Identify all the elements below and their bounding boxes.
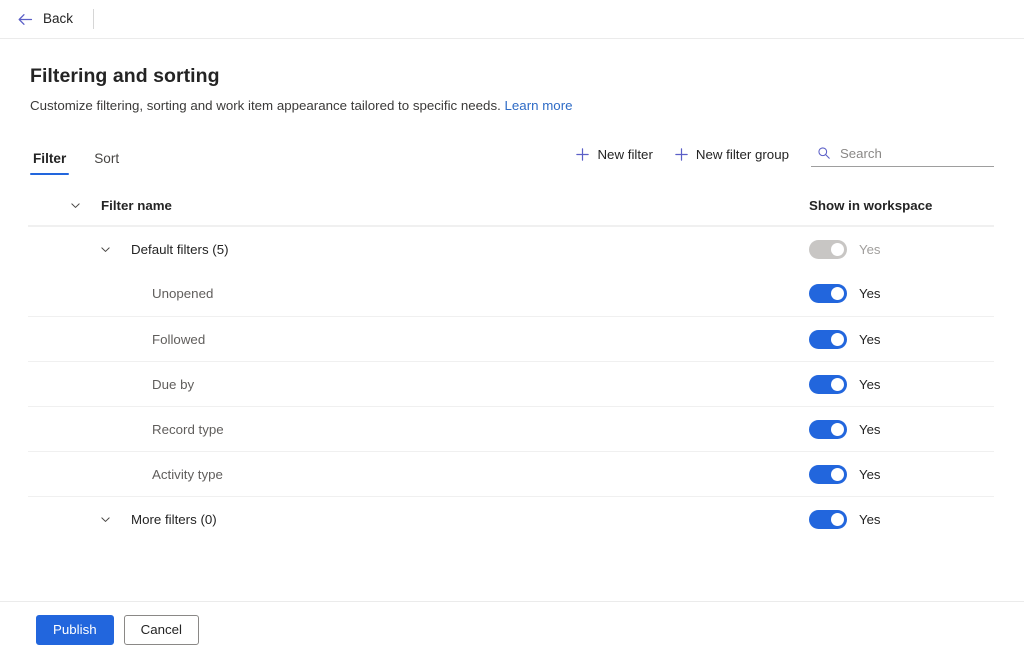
page-subtitle-text: Customize filtering, sorting and work it…	[30, 98, 501, 113]
plus-icon	[575, 147, 590, 162]
tab-filter[interactable]: Filter	[30, 150, 70, 176]
row-label: Due by	[152, 376, 195, 392]
toggle-thumb	[831, 512, 844, 526]
cancel-button[interactable]: Cancel	[123, 615, 200, 645]
row-toggle-cell: Yes	[809, 284, 994, 304]
new-filter-group-button[interactable]: New filter group	[665, 142, 798, 167]
tab-sort[interactable]: Sort	[91, 150, 122, 176]
table-row[interactable]: Activity type Yes	[28, 451, 994, 496]
row-name-cell: Unopened	[28, 286, 809, 302]
row-name-cell: Activity type	[28, 466, 809, 482]
new-filter-button[interactable]: New filter	[566, 142, 661, 167]
learn-more-link[interactable]: Learn more	[505, 98, 573, 113]
tab-filter-label: Filter	[33, 150, 67, 166]
show-in-workspace-toggle[interactable]	[809, 284, 847, 304]
table-row[interactable]: More filters (0) Yes	[28, 496, 994, 541]
tab-list: Filter Sort	[30, 135, 122, 175]
row-toggle-cell: Yes	[809, 374, 994, 394]
toolbar-divider	[93, 9, 95, 29]
toggle-label: Yes	[859, 466, 881, 482]
row-name-cell: Followed	[28, 331, 809, 347]
table-body: Default filters (5) Yes Unopened Yes Followe…	[28, 226, 994, 541]
footer-action-bar: Publish Cancel	[0, 601, 1024, 658]
row-name-cell: Due by	[28, 376, 809, 392]
search-icon	[817, 146, 831, 160]
row-toggle-cell: Yes	[809, 419, 994, 439]
row-label: Default filters (5)	[131, 241, 229, 257]
page-subtitle: Customize filtering, sorting and work it…	[30, 97, 994, 114]
table-row[interactable]: Due by Yes	[28, 361, 994, 406]
search-box[interactable]	[811, 143, 994, 167]
row-label: More filters (0)	[131, 511, 217, 527]
table-row[interactable]: Record type Yes	[28, 406, 994, 451]
show-in-workspace-toggle[interactable]	[809, 464, 847, 484]
chevron-down-icon[interactable]	[90, 243, 120, 256]
table-row[interactable]: Followed Yes	[28, 316, 994, 361]
tab-sort-label: Sort	[94, 150, 120, 166]
row-name-cell: Record type	[28, 421, 809, 437]
table-row[interactable]: Default filters (5) Yes	[28, 226, 994, 271]
toggle-thumb	[831, 242, 844, 256]
header-cell-workspace: Show in workspace	[809, 198, 994, 213]
toggle-thumb	[831, 332, 844, 346]
row-label: Followed	[152, 331, 206, 347]
header-cell-name: Filter name	[28, 197, 809, 213]
back-label: Back	[43, 11, 74, 27]
table-header-row: Filter name Show in workspace	[28, 185, 994, 227]
show-in-workspace-toggle[interactable]	[809, 509, 847, 529]
toggle-thumb	[831, 377, 844, 391]
row-name-cell: More filters (0)	[28, 511, 809, 527]
toggle-label: Yes	[859, 286, 881, 302]
search-input[interactable]	[840, 145, 992, 161]
new-filter-group-label: New filter group	[695, 147, 789, 163]
show-in-workspace-toggle[interactable]	[809, 374, 847, 394]
publish-button[interactable]: Publish	[36, 615, 114, 645]
chevron-down-icon[interactable]	[60, 199, 90, 212]
row-label: Record type	[152, 421, 224, 437]
filters-table: Filter name Show in workspace Default fi…	[0, 185, 1024, 541]
new-filter-label: New filter	[597, 147, 653, 163]
show-in-workspace-toggle	[809, 239, 847, 259]
top-bar: Back	[0, 0, 1024, 39]
back-button[interactable]: Back	[11, 7, 79, 32]
row-toggle-cell: Yes	[809, 239, 994, 259]
column-header-show-in-workspace: Show in workspace	[809, 197, 933, 213]
toggle-label: Yes	[859, 241, 881, 257]
arrow-left-icon	[17, 11, 34, 28]
show-in-workspace-toggle[interactable]	[809, 419, 847, 439]
chevron-down-icon[interactable]	[90, 513, 120, 526]
row-toggle-cell: Yes	[809, 509, 994, 529]
row-toggle-cell: Yes	[809, 329, 994, 349]
show-in-workspace-toggle[interactable]	[809, 329, 847, 349]
toggle-thumb	[831, 422, 844, 436]
toggle-label: Yes	[859, 331, 881, 347]
command-bar: Filter Sort New filter New filter group	[0, 135, 1024, 175]
row-label: Unopened	[152, 286, 214, 302]
row-toggle-cell: Yes	[809, 464, 994, 484]
toggle-label: Yes	[859, 421, 881, 437]
page-header: Filtering and sorting Customize filterin…	[0, 39, 1024, 114]
toggle-thumb	[831, 467, 844, 481]
plus-icon	[674, 147, 689, 162]
column-header-filter-name: Filter name	[101, 197, 172, 213]
page-title: Filtering and sorting	[30, 65, 220, 87]
command-actions: New filter New filter group	[566, 142, 994, 175]
toggle-thumb	[831, 287, 844, 301]
row-label: Activity type	[152, 466, 223, 482]
toggle-label: Yes	[859, 511, 881, 527]
row-name-cell: Default filters (5)	[28, 241, 809, 257]
table-row[interactable]: Unopened Yes	[28, 271, 994, 316]
toggle-label: Yes	[859, 376, 881, 392]
